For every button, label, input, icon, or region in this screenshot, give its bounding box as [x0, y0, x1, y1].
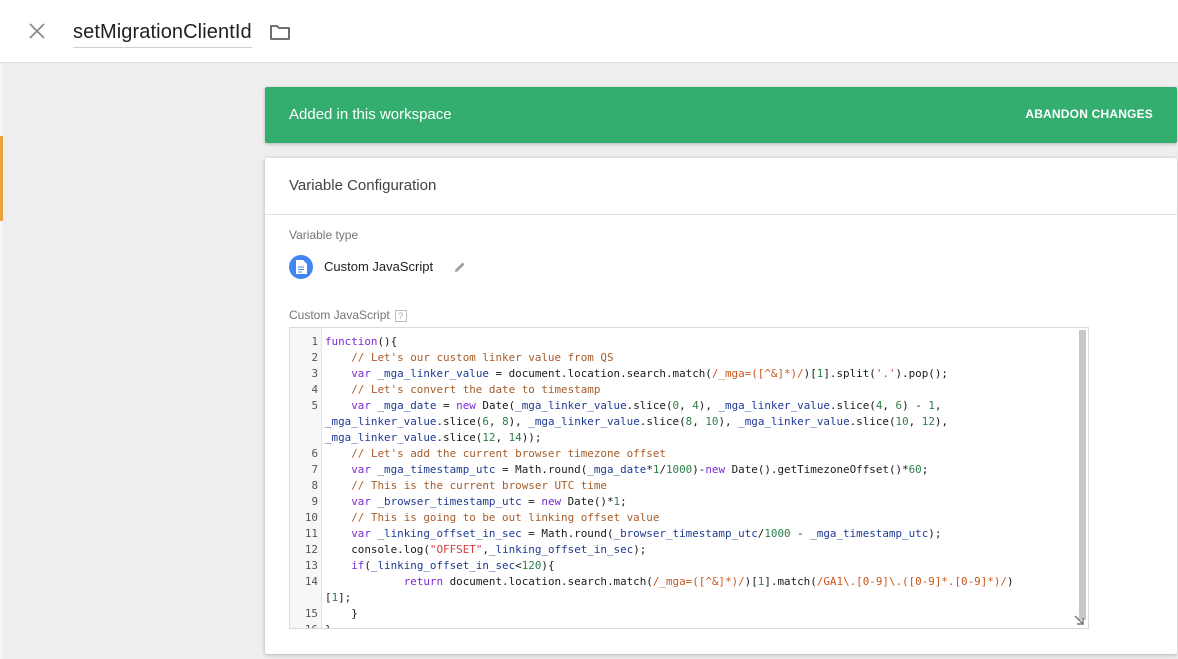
folder-icon[interactable] [269, 22, 291, 42]
code-line: var _mga_linker_value = document.locatio… [351, 367, 948, 380]
code-line: // Let's convert the date to timestamp [351, 383, 601, 396]
top-bar: setMigrationClientId [0, 0, 1178, 63]
code-line: // Let's add the current browser timezon… [351, 447, 666, 460]
editor-scrollbar[interactable] [1079, 330, 1086, 620]
close-icon[interactable] [26, 20, 48, 42]
variable-title: setMigrationClientId [73, 21, 252, 43]
code-line: _mga_linker_value.slice(12, 14)); [325, 431, 542, 444]
abandon-changes-button[interactable]: ABANDON CHANGES [1025, 107, 1153, 121]
variable-name-field[interactable]: setMigrationClientId [73, 18, 252, 48]
custom-javascript-label-text: Custom JavaScript [289, 308, 390, 322]
code-text[interactable]: function(){ // Let's our custom linker v… [325, 334, 1079, 628]
left-accent-bar [0, 136, 3, 221]
code-editor[interactable]: 1 2 3 4 5 6 7 8 9 10 11 12 13 14 15 16 f… [289, 327, 1089, 629]
code-line: _mga_linker_value.slice(6, 8), _mga_link… [325, 415, 949, 428]
card-title: Variable Configuration [265, 158, 1177, 215]
variable-type-value: Custom JavaScript [324, 259, 434, 274]
banner-message: Added in this workspace [289, 106, 452, 123]
code-line: if(_linking_offset_in_sec<120){ [351, 559, 555, 572]
code-line: // Let's our custom linker value from QS [351, 351, 614, 364]
code-line: return document.location.search.match(/_… [403, 575, 1014, 588]
code-line: var _mga_timestamp_utc = Math.round(_mga… [351, 463, 929, 476]
variable-type-label: Variable type [289, 228, 359, 242]
document-icon [289, 255, 313, 279]
code-line: // This is the current browser UTC time [351, 479, 607, 492]
code-line: var _linking_offset_in_sec = Math.round(… [351, 527, 942, 540]
code-line: [1]; [325, 591, 352, 604]
pencil-icon[interactable] [453, 260, 467, 274]
code-line: var _browser_timestamp_utc = new Date()*… [351, 495, 627, 508]
variable-configuration-card: Variable Configuration Variable type Cus… [265, 158, 1177, 654]
code-line: } [325, 622, 1079, 628]
code-line: // This is going to be out linking offse… [351, 511, 660, 524]
workspace-status-banner: Added in this workspace ABANDON CHANGES [265, 87, 1177, 143]
code-line: var _mga_date = new Date(_mga_linker_val… [351, 399, 942, 412]
help-icon[interactable]: ? [394, 310, 407, 322]
resize-handle-icon[interactable] [1073, 613, 1085, 625]
code-line: function(){ [325, 335, 398, 348]
code-line: } [325, 607, 358, 620]
variable-type-selector[interactable]: Custom JavaScript [289, 255, 549, 279]
custom-javascript-label: Custom JavaScript? [289, 308, 407, 322]
code-line: console.log("OFFSET",_linking_offset_in_… [325, 543, 647, 556]
line-numbers: 1 2 3 4 5 6 7 8 9 10 11 12 13 14 15 16 [304, 335, 318, 628]
